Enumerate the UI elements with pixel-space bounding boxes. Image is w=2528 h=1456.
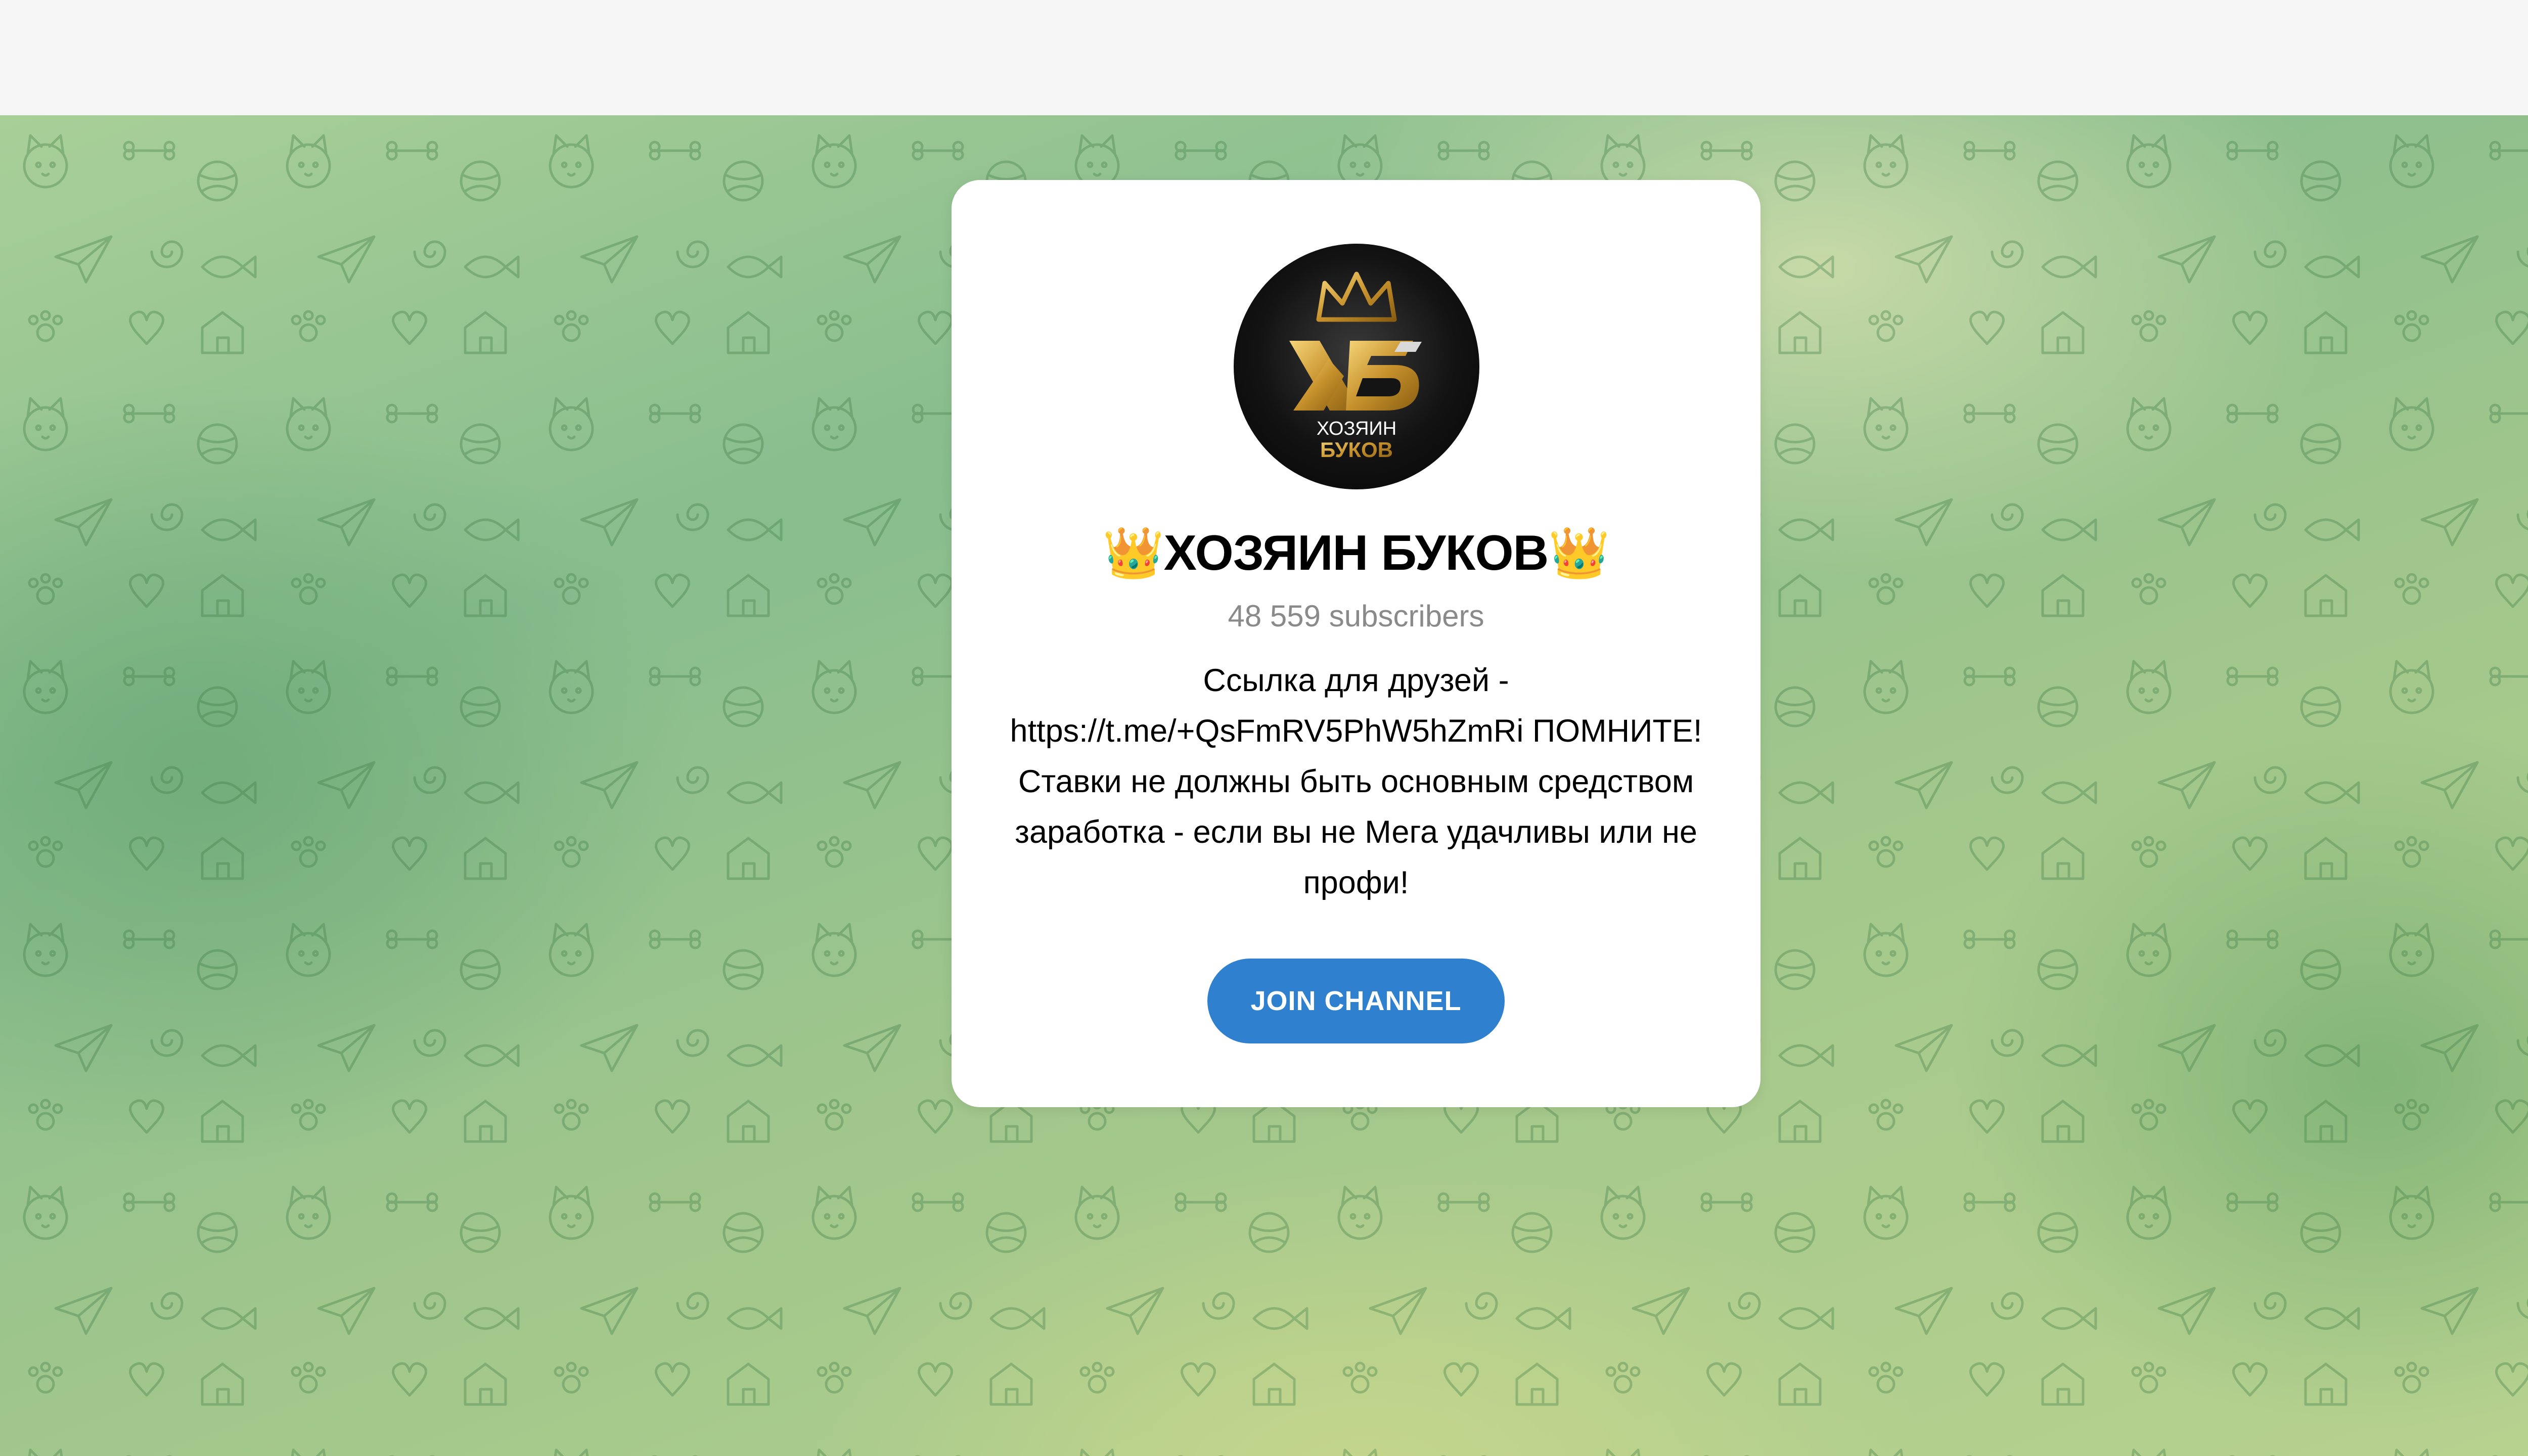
channel-logo-icon: ХОЗЯИН БУКОВ bbox=[1289, 271, 1422, 462]
svg-text:ХОЗЯИН: ХОЗЯИН bbox=[1317, 418, 1396, 439]
channel-card: ХОЗЯИН БУКОВ 👑ХОЗЯИН БУКОВ👑 48 559 subsc… bbox=[952, 180, 1760, 1107]
channel-description: Ссылка для друзей - https://t.me/+QsFmRV… bbox=[1010, 663, 1702, 900]
top-bar bbox=[0, 0, 2528, 116]
svg-text:БУКОВ: БУКОВ bbox=[1320, 438, 1393, 462]
kb-letters-icon bbox=[1289, 341, 1422, 411]
subscriber-count: 48 559 subscribers bbox=[1228, 599, 1484, 633]
crown-icon bbox=[1316, 271, 1397, 331]
channel-avatar: ХОЗЯИН БУКОВ bbox=[1234, 244, 1479, 489]
channel-title: 👑ХОЗЯИН БУКОВ👑 bbox=[1102, 525, 1610, 580]
join-channel-button[interactable]: JOIN CHANNEL bbox=[1207, 959, 1505, 1043]
